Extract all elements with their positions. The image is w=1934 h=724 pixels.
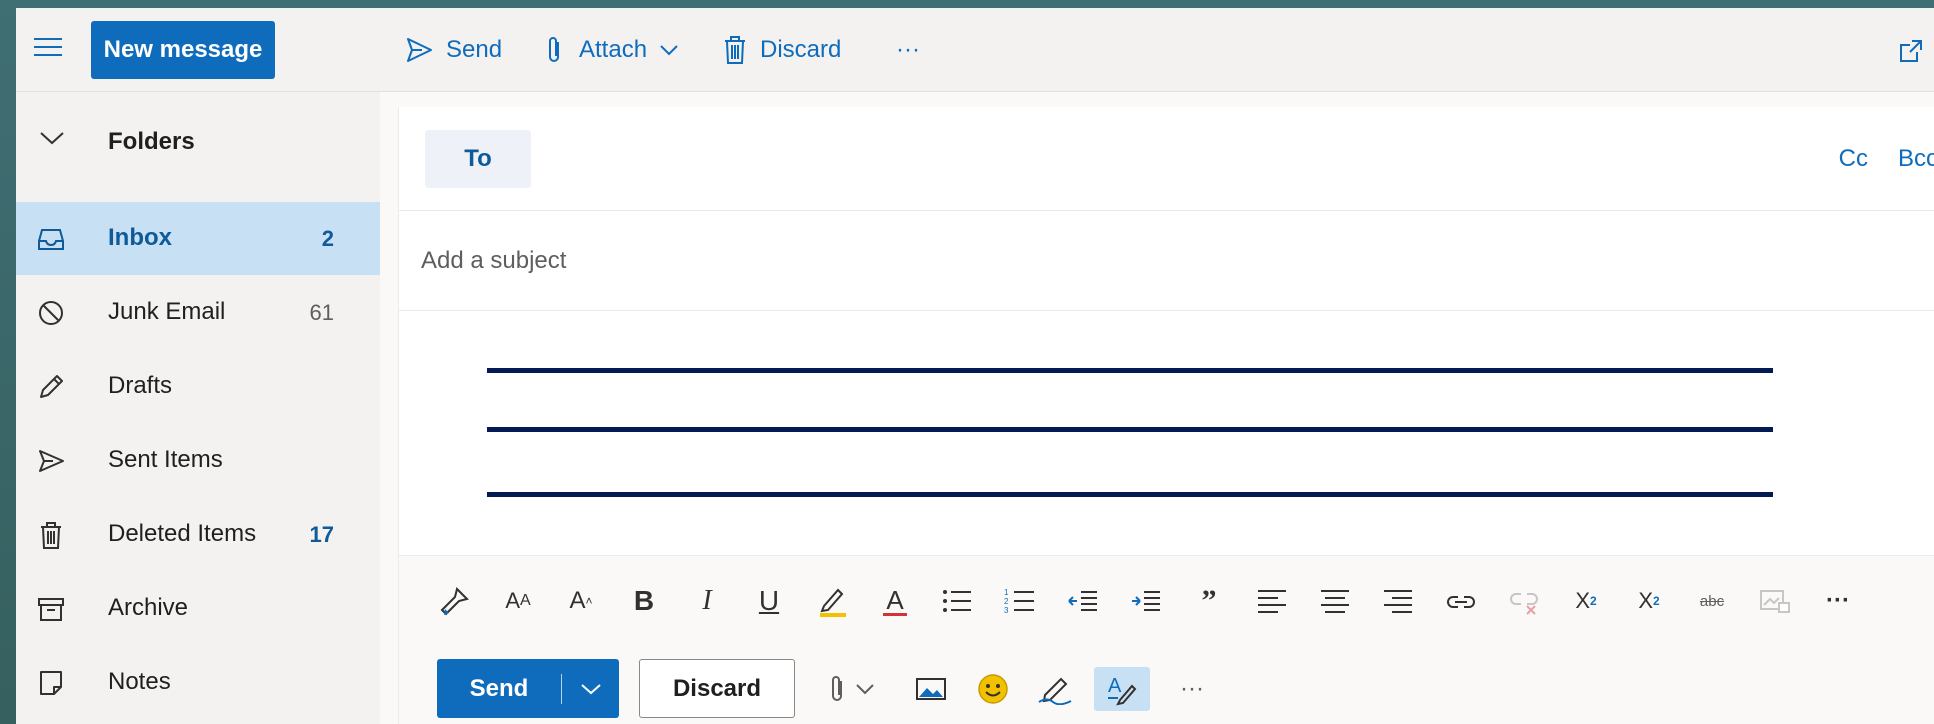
- chevron-down-icon: [856, 684, 874, 695]
- more-icon: ···: [896, 36, 920, 63]
- sidebar-item-archive[interactable]: Archive: [16, 572, 380, 645]
- sidebar-item-label: Junk Email: [108, 298, 226, 325]
- unread-count: 17: [309, 522, 334, 547]
- svg-text:3: 3: [1004, 606, 1009, 615]
- attach-command-label: Attach: [579, 36, 648, 63]
- subject-input[interactable]: [421, 239, 1821, 283]
- remove-link-icon[interactable]: [1504, 581, 1544, 621]
- more-formatting-icon[interactable]: ···: [1818, 581, 1858, 621]
- insert-picture-icon[interactable]: [911, 667, 951, 711]
- blocked-icon: [39, 301, 63, 325]
- discard-command-label: Discard: [760, 36, 842, 63]
- send-options-button[interactable]: [562, 682, 619, 696]
- highlight-icon[interactable]: [812, 581, 852, 621]
- note-icon: [40, 671, 62, 695]
- horizontal-rule: [487, 492, 1773, 497]
- bullets-icon[interactable]: [937, 581, 977, 621]
- sidebar-item-label: Archive: [108, 594, 189, 621]
- svg-text:2: 2: [1004, 597, 1009, 606]
- svg-text:1: 1: [1004, 588, 1009, 597]
- quote-icon[interactable]: ”: [1189, 581, 1229, 621]
- emoji-icon[interactable]: [973, 667, 1013, 711]
- send-command[interactable]: Send: [404, 30, 502, 70]
- subject-row: [399, 211, 1934, 311]
- sidebar-item-notes[interactable]: Notes: [16, 646, 380, 719]
- italic-icon[interactable]: I: [687, 581, 727, 621]
- subscript-icon[interactable]: X2: [1629, 581, 1669, 621]
- font-color-icon[interactable]: A: [875, 581, 915, 621]
- align-right-icon[interactable]: [1378, 581, 1418, 621]
- attach-file-button[interactable]: [823, 667, 881, 711]
- compose-actions: Send Discard A ···: [399, 643, 1934, 724]
- sidebar-item-deleted-items[interactable]: Deleted Items 17: [16, 498, 380, 571]
- editor-icon[interactable]: A: [1094, 667, 1150, 711]
- to-button[interactable]: To: [425, 130, 531, 188]
- font-size-icon[interactable]: AA: [498, 581, 538, 621]
- sidebar-item-label: Deleted Items: [108, 520, 257, 547]
- more-commands-button[interactable]: ···: [896, 30, 920, 70]
- svg-text:A: A: [1108, 675, 1122, 697]
- folder-pane: Folders Inbox 2 Junk Email 61 Drafts Sen…: [16, 92, 380, 724]
- sidebar-item-sent-items[interactable]: Sent Items: [16, 424, 380, 497]
- chevron-down-icon: [660, 45, 678, 56]
- pencil-icon: [40, 375, 63, 398]
- paperclip-icon: [549, 37, 559, 62]
- more-options-button[interactable]: ···: [1169, 667, 1215, 711]
- send-command-label: Send: [446, 36, 503, 63]
- unread-count: 2: [321, 226, 334, 251]
- link-icon[interactable]: [1441, 581, 1481, 621]
- formatting-toolbar: AA A ˄ B I U A 123 ” X 2 X 2 abc ···: [399, 555, 1934, 643]
- send-button[interactable]: Send: [437, 675, 561, 703]
- new-message-button[interactable]: New message: [91, 21, 275, 79]
- command-bar: New message Send Attach Discard ···: [16, 8, 1934, 92]
- signature-icon[interactable]: [1035, 667, 1075, 711]
- item-count: 61: [309, 300, 334, 325]
- format-painter-icon[interactable]: [435, 581, 475, 621]
- chevron-down-icon: [40, 132, 64, 145]
- sidebar-item-junk-email[interactable]: Junk Email 61: [16, 276, 380, 349]
- send-icon: [407, 38, 432, 62]
- discard-button[interactable]: Discard: [639, 659, 795, 718]
- recipient-row: To Cc Bcc: [399, 107, 1934, 211]
- inbox-icon: [38, 229, 64, 250]
- sidebar-item-label: Inbox: [108, 224, 172, 251]
- send-split-button: Send: [437, 659, 619, 718]
- cc-link[interactable]: Cc: [1839, 145, 1868, 173]
- archive-icon: [38, 598, 64, 621]
- folders-title: Folders: [108, 128, 195, 155]
- send-icon: [39, 450, 64, 472]
- sidebar-item-label: Notes: [108, 668, 171, 695]
- superscript-icon[interactable]: X2: [1566, 581, 1606, 621]
- strikethrough-icon[interactable]: abc: [1692, 581, 1732, 621]
- trash-icon: [725, 36, 745, 64]
- paperclip-icon: [832, 676, 842, 701]
- increase-indent-icon[interactable]: [1126, 581, 1166, 621]
- sidebar-item-label: Drafts: [108, 372, 173, 399]
- sidebar-item-inbox[interactable]: Inbox 2: [16, 202, 380, 275]
- trash-icon: [41, 522, 61, 549]
- folders-header[interactable]: Folders: [16, 110, 380, 170]
- outlook-window: New message Send Attach Discard ··· Fold…: [16, 8, 1934, 724]
- align-left-icon[interactable]: [1252, 581, 1292, 621]
- bold-icon[interactable]: B: [624, 581, 664, 621]
- horizontal-rule: [487, 368, 1773, 373]
- compose-pane: To Cc Bcc AA A˄ B I U A: [398, 107, 1934, 724]
- message-body[interactable]: [399, 311, 1934, 555]
- attach-command[interactable]: Attach: [543, 30, 679, 70]
- discard-command[interactable]: Discard: [722, 30, 841, 70]
- hamburger-menu-icon[interactable]: [34, 38, 62, 60]
- popout-icon[interactable]: [1898, 38, 1924, 64]
- insert-table-icon[interactable]: [1755, 581, 1795, 621]
- grow-font-icon[interactable]: A ˄: [561, 581, 601, 621]
- sidebar-item-drafts[interactable]: Drafts: [16, 350, 380, 423]
- bcc-link[interactable]: Bcc: [1898, 145, 1934, 173]
- decrease-indent-icon[interactable]: [1063, 581, 1103, 621]
- numbering-icon[interactable]: 123: [1000, 581, 1040, 621]
- sidebar-item-label: Sent Items: [108, 446, 223, 473]
- chevron-down-icon: [580, 683, 601, 694]
- underline-icon[interactable]: U: [749, 581, 789, 621]
- horizontal-rule: [487, 427, 1773, 432]
- align-center-icon[interactable]: [1315, 581, 1355, 621]
